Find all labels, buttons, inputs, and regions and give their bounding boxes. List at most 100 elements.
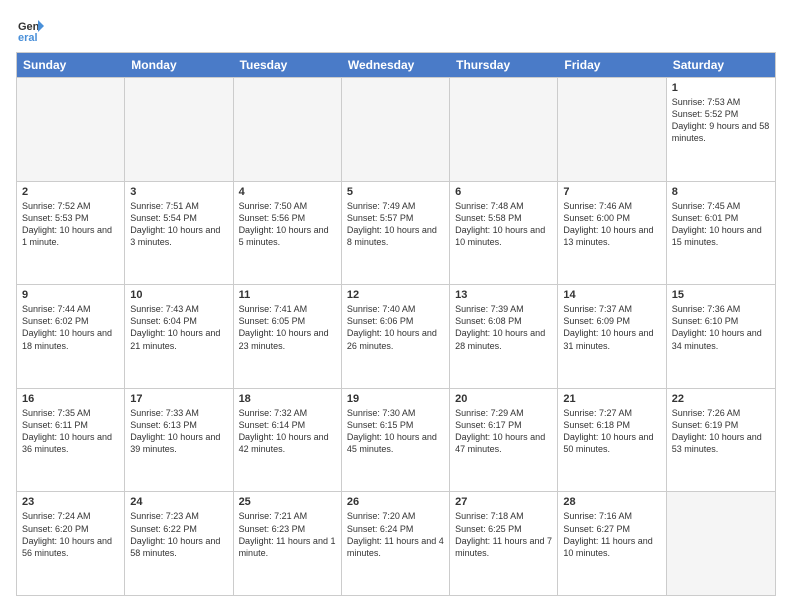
svg-text:eral: eral	[18, 32, 38, 44]
calendar-day-cell: 20 Sunrise: 7:29 AM Sunset: 6:17 PM Dayli…	[450, 389, 558, 492]
calendar-day-cell: 7Sunrise: 7:46 AM Sunset: 6:00 PM Daylig…	[558, 182, 666, 285]
day-number: 6	[455, 186, 552, 198]
day-of-week-header: Tuesday	[234, 53, 342, 77]
calendar-day-cell: 16 Sunrise: 7:35 AM Sunset: 6:11 PM Dayli…	[17, 389, 125, 492]
day-number: 14	[563, 289, 660, 301]
day-number: 15	[672, 289, 770, 301]
day-number: 22	[672, 393, 770, 405]
day-number: 24	[130, 496, 227, 508]
day-number: 27	[455, 496, 552, 508]
day-number: 18	[239, 393, 336, 405]
day-number: 9	[22, 289, 119, 301]
day-info: Sunrise: 7:41 AM Sunset: 6:05 PM Dayligh…	[239, 303, 336, 352]
day-info: Sunrise: 7:48 AM Sunset: 5:58 PM Dayligh…	[455, 200, 552, 249]
calendar-day-cell: 23 Sunrise: 7:24 AM Sunset: 6:20 PM Dayli…	[17, 492, 125, 595]
day-info: Sunrise: 7:39 AM Sunset: 6:08 PM Dayligh…	[455, 303, 552, 352]
day-info: Sunrise: 7:32 AM Sunset: 6:14 PM Dayligh…	[239, 407, 336, 456]
calendar-day-cell: 21 Sunrise: 7:27 AM Sunset: 6:18 PM Dayli…	[558, 389, 666, 492]
day-of-week-header: Thursday	[450, 53, 558, 77]
calendar-empty-cell	[667, 492, 775, 595]
calendar-day-cell: 27 Sunrise: 7:18 AM Sunset: 6:25 PM Dayli…	[450, 492, 558, 595]
calendar-day-cell: 4Sunrise: 7:50 AM Sunset: 5:56 PM Daylig…	[234, 182, 342, 285]
day-info: Sunrise: 7:40 AM Sunset: 6:06 PM Dayligh…	[347, 303, 444, 352]
day-info: Sunrise: 7:51 AM Sunset: 5:54 PM Dayligh…	[130, 200, 227, 249]
day-info: Sunrise: 7:26 AM Sunset: 6:19 PM Dayligh…	[672, 407, 770, 456]
calendar-day-cell: 1 Sunrise: 7:53 AM Sunset: 5:52 PM Daylig…	[667, 78, 775, 181]
calendar-day-cell: 26 Sunrise: 7:20 AM Sunset: 6:24 PM Dayli…	[342, 492, 450, 595]
day-of-week-header: Saturday	[667, 53, 775, 77]
day-of-week-header: Wednesday	[342, 53, 450, 77]
day-info: Sunrise: 7:50 AM Sunset: 5:56 PM Dayligh…	[239, 200, 336, 249]
calendar-day-cell: 28 Sunrise: 7:16 AM Sunset: 6:27 PM Dayli…	[558, 492, 666, 595]
calendar-empty-cell	[342, 78, 450, 181]
calendar-day-cell: 19 Sunrise: 7:30 AM Sunset: 6:15 PM Dayli…	[342, 389, 450, 492]
calendar-empty-cell	[125, 78, 233, 181]
day-number: 13	[455, 289, 552, 301]
day-number: 3	[130, 186, 227, 198]
calendar-row: 9 Sunrise: 7:44 AM Sunset: 6:02 PM Daylig…	[17, 284, 775, 388]
calendar-row: 23 Sunrise: 7:24 AM Sunset: 6:20 PM Dayli…	[17, 491, 775, 595]
calendar-day-cell: 8Sunrise: 7:45 AM Sunset: 6:01 PM Daylig…	[667, 182, 775, 285]
day-info: Sunrise: 7:33 AM Sunset: 6:13 PM Dayligh…	[130, 407, 227, 456]
day-info: Sunrise: 7:45 AM Sunset: 6:01 PM Dayligh…	[672, 200, 770, 249]
day-number: 12	[347, 289, 444, 301]
calendar: SundayMondayTuesdayWednesdayThursdayFrid…	[16, 52, 776, 596]
calendar-row: 16 Sunrise: 7:35 AM Sunset: 6:11 PM Dayli…	[17, 388, 775, 492]
calendar-day-cell: 3 Sunrise: 7:51 AM Sunset: 5:54 PM Daylig…	[125, 182, 233, 285]
calendar-day-cell: 13 Sunrise: 7:39 AM Sunset: 6:08 PM Dayli…	[450, 285, 558, 388]
day-info: Sunrise: 7:49 AM Sunset: 5:57 PM Dayligh…	[347, 200, 444, 249]
logo-icon: Gen eral	[16, 16, 44, 44]
calendar-header: SundayMondayTuesdayWednesdayThursdayFrid…	[17, 53, 775, 77]
calendar-day-cell: 24 Sunrise: 7:23 AM Sunset: 6:22 PM Dayli…	[125, 492, 233, 595]
day-number: 16	[22, 393, 119, 405]
calendar-day-cell: 25Sunrise: 7:21 AM Sunset: 6:23 PM Dayli…	[234, 492, 342, 595]
day-number: 28	[563, 496, 660, 508]
day-info: Sunrise: 7:30 AM Sunset: 6:15 PM Dayligh…	[347, 407, 444, 456]
day-of-week-header: Friday	[558, 53, 666, 77]
day-number: 25	[239, 496, 336, 508]
calendar-day-cell: 9 Sunrise: 7:44 AM Sunset: 6:02 PM Daylig…	[17, 285, 125, 388]
day-number: 5	[347, 186, 444, 198]
day-of-week-header: Monday	[125, 53, 233, 77]
day-of-week-header: Sunday	[17, 53, 125, 77]
calendar-day-cell: 14Sunrise: 7:37 AM Sunset: 6:09 PM Dayli…	[558, 285, 666, 388]
day-number: 11	[239, 289, 336, 301]
day-number: 26	[347, 496, 444, 508]
logo: Gen eral	[16, 16, 46, 44]
day-info: Sunrise: 7:29 AM Sunset: 6:17 PM Dayligh…	[455, 407, 552, 456]
calendar-day-cell: 11 Sunrise: 7:41 AM Sunset: 6:05 PM Dayli…	[234, 285, 342, 388]
day-number: 21	[563, 393, 660, 405]
page-header: Gen eral	[16, 16, 776, 44]
day-info: Sunrise: 7:24 AM Sunset: 6:20 PM Dayligh…	[22, 510, 119, 559]
day-info: Sunrise: 7:44 AM Sunset: 6:02 PM Dayligh…	[22, 303, 119, 352]
day-info: Sunrise: 7:27 AM Sunset: 6:18 PM Dayligh…	[563, 407, 660, 456]
day-number: 10	[130, 289, 227, 301]
day-number: 20	[455, 393, 552, 405]
day-number: 17	[130, 393, 227, 405]
day-info: Sunrise: 7:46 AM Sunset: 6:00 PM Dayligh…	[563, 200, 660, 249]
calendar-day-cell: 17 Sunrise: 7:33 AM Sunset: 6:13 PM Dayli…	[125, 389, 233, 492]
calendar-day-cell: 22 Sunrise: 7:26 AM Sunset: 6:19 PM Dayli…	[667, 389, 775, 492]
calendar-empty-cell	[450, 78, 558, 181]
day-info: Sunrise: 7:53 AM Sunset: 5:52 PM Dayligh…	[672, 96, 770, 145]
day-info: Sunrise: 7:20 AM Sunset: 6:24 PM Dayligh…	[347, 510, 444, 559]
calendar-day-cell: 15 Sunrise: 7:36 AM Sunset: 6:10 PM Dayli…	[667, 285, 775, 388]
day-number: 19	[347, 393, 444, 405]
day-number: 1	[672, 82, 770, 94]
calendar-day-cell: 18 Sunrise: 7:32 AM Sunset: 6:14 PM Dayli…	[234, 389, 342, 492]
calendar-day-cell: 6 Sunrise: 7:48 AM Sunset: 5:58 PM Daylig…	[450, 182, 558, 285]
day-info: Sunrise: 7:35 AM Sunset: 6:11 PM Dayligh…	[22, 407, 119, 456]
day-number: 23	[22, 496, 119, 508]
calendar-empty-cell	[558, 78, 666, 181]
calendar-empty-cell	[234, 78, 342, 181]
day-info: Sunrise: 7:23 AM Sunset: 6:22 PM Dayligh…	[130, 510, 227, 559]
calendar-day-cell: 10 Sunrise: 7:43 AM Sunset: 6:04 PM Dayli…	[125, 285, 233, 388]
calendar-day-cell: 5 Sunrise: 7:49 AM Sunset: 5:57 PM Daylig…	[342, 182, 450, 285]
day-info: Sunrise: 7:18 AM Sunset: 6:25 PM Dayligh…	[455, 510, 552, 559]
day-info: Sunrise: 7:43 AM Sunset: 6:04 PM Dayligh…	[130, 303, 227, 352]
calendar-empty-cell	[17, 78, 125, 181]
day-info: Sunrise: 7:36 AM Sunset: 6:10 PM Dayligh…	[672, 303, 770, 352]
calendar-body: 1 Sunrise: 7:53 AM Sunset: 5:52 PM Daylig…	[17, 77, 775, 595]
day-info: Sunrise: 7:16 AM Sunset: 6:27 PM Dayligh…	[563, 510, 660, 559]
day-number: 2	[22, 186, 119, 198]
